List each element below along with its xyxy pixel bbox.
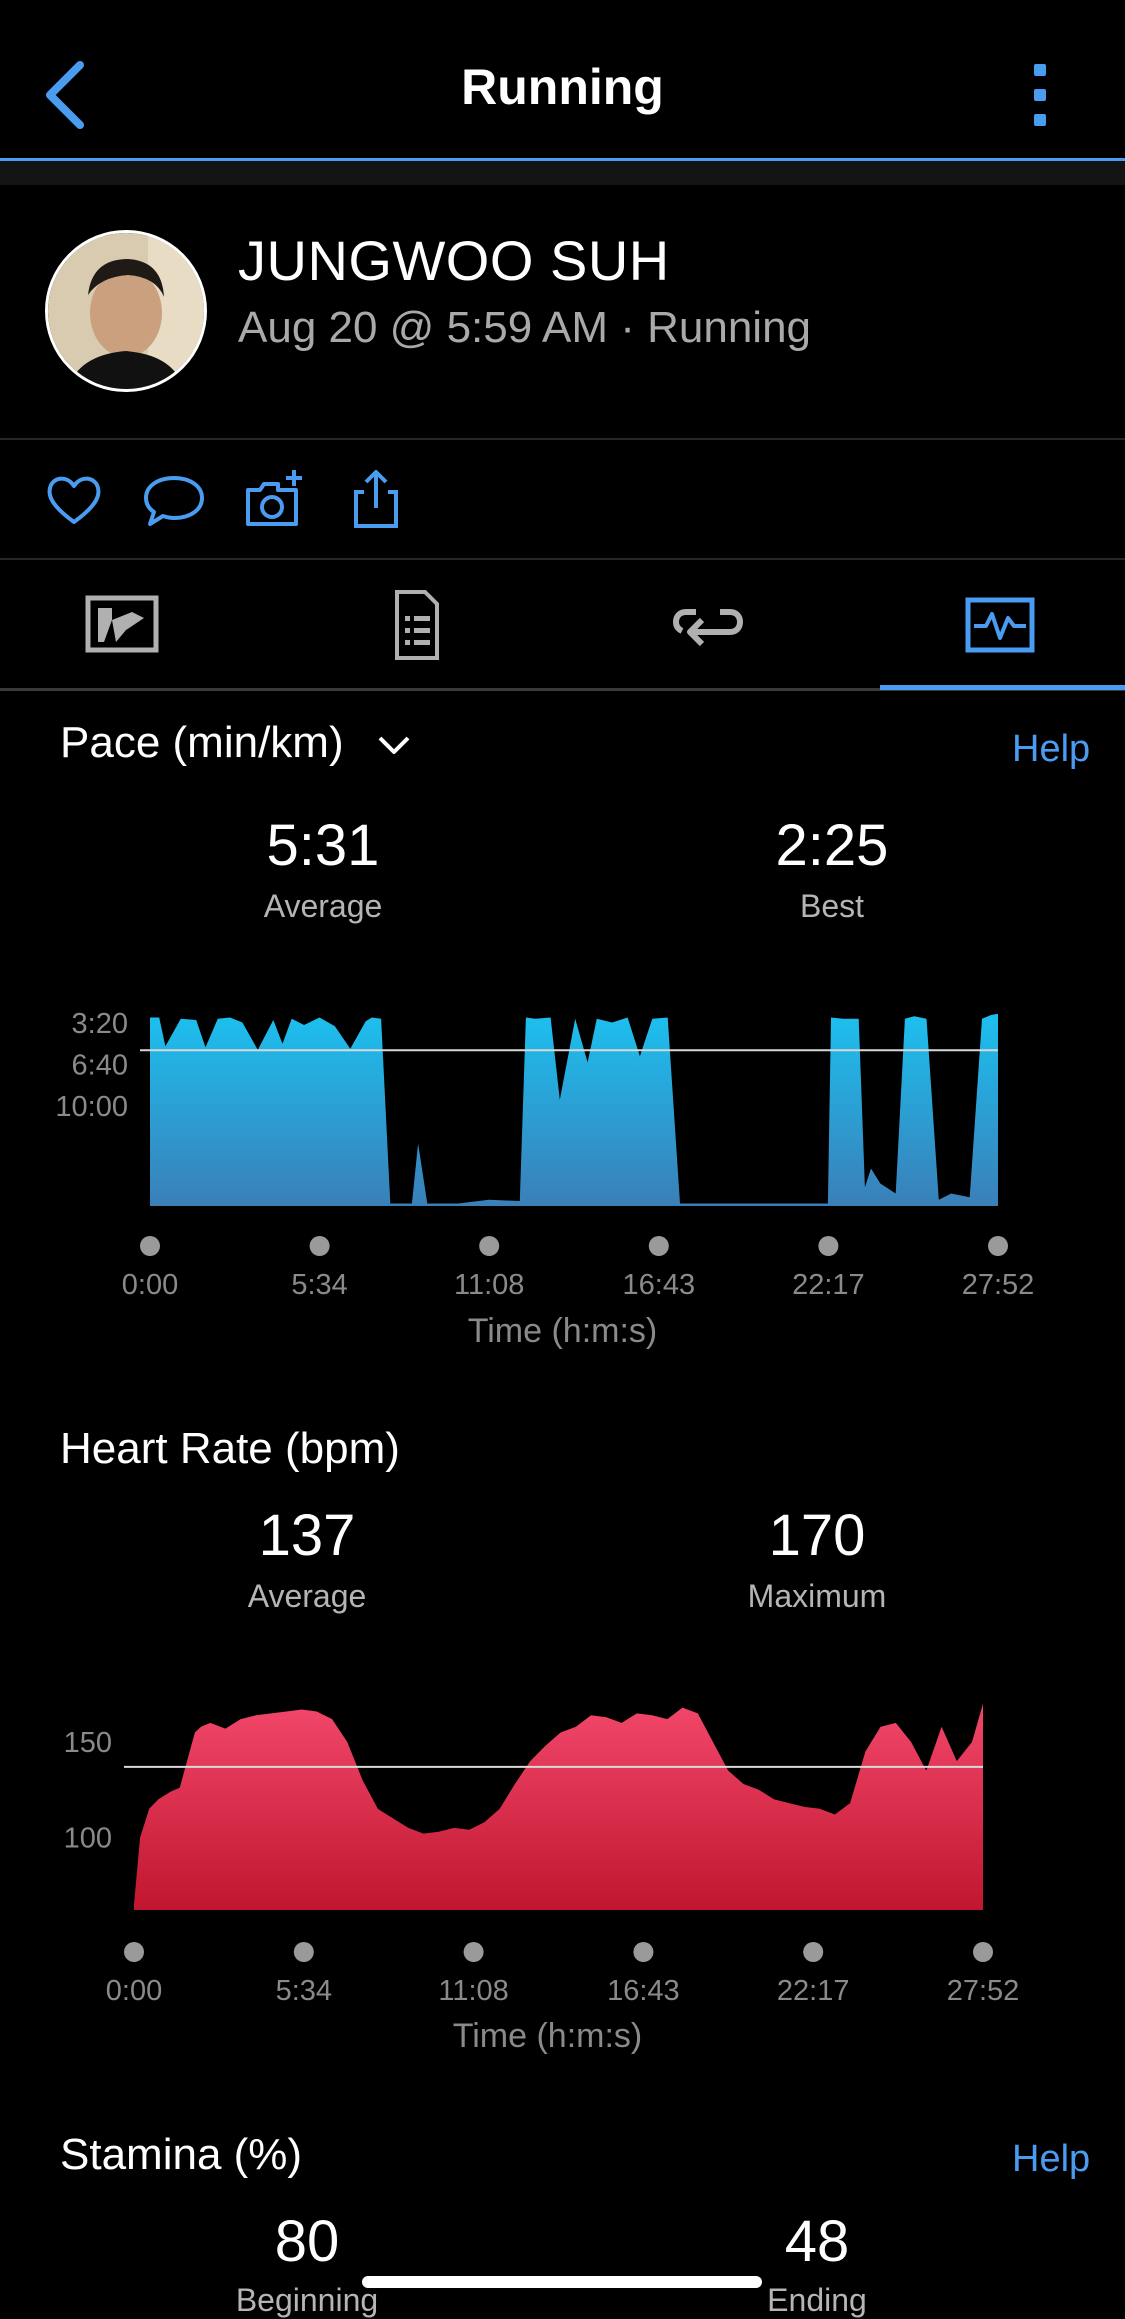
pace-y-tick-label: 6:40 — [72, 1050, 128, 1082]
heart-rate-x-tick-dot — [124, 1942, 144, 1962]
more-vertical-icon — [1034, 64, 1046, 126]
activity-meta: Aug 20 @ 5:59 AM · Running — [238, 303, 812, 352]
share-button[interactable] — [344, 468, 408, 532]
pace-help-link[interactable]: Help — [1012, 728, 1090, 771]
pace-x-tick-label: 22:17 — [792, 1269, 865, 1301]
pace-x-tick-label: 11:08 — [454, 1269, 524, 1301]
heart-average-value: 137 — [258, 1503, 356, 1568]
pace-chart[interactable]: 3:20 6:40 10:00 0:00 5:34 11:08 16:43 22:17 27:5… — [0, 980, 1125, 1360]
pace-y-tick-label: 10:00 — [55, 1091, 128, 1123]
pace-average-label: Average — [263, 888, 383, 924]
heart-rate-x-tick-label: 11:08 — [438, 1975, 508, 2007]
heart-rate-x-tick-dot — [633, 1942, 654, 1962]
heart-max-value: 170 — [768, 1503, 866, 1568]
heart-rate-x-tick-dot — [803, 1942, 824, 1962]
pace-best-label: Best — [799, 888, 865, 924]
like-button[interactable] — [42, 468, 106, 532]
heart-rate-title: Heart Rate (bpm) — [60, 1424, 400, 1473]
stamina-title: Stamina (%) — [60, 2130, 303, 2179]
map-icon — [85, 595, 159, 653]
details-icon — [395, 590, 439, 660]
more-options-button[interactable] — [1010, 60, 1070, 130]
pace-y-tick-label: 3:20 — [72, 1008, 128, 1040]
home-indicator[interactable] — [362, 2276, 762, 2288]
divider — [0, 558, 1125, 560]
heart-average-label: Average — [247, 1578, 367, 1614]
stamina-beginning-value: 80 — [274, 2209, 340, 2274]
pace-best-value: 2:25 — [775, 813, 889, 878]
pace-x-tick-label: 0:00 — [122, 1269, 178, 1301]
avatar[interactable] — [45, 230, 207, 392]
pace-average-value: 5:31 — [266, 813, 380, 878]
heart-rate-y-tick-label: 100 — [64, 1822, 112, 1854]
comment-button[interactable] — [142, 468, 206, 532]
pace-x-axis-title: Time (h:m:s) — [467, 1312, 658, 1350]
tab-charts[interactable] — [962, 590, 1042, 660]
tab-map[interactable] — [82, 590, 162, 660]
pace-x-tick-dot — [988, 1236, 1008, 1256]
comment-icon — [144, 476, 204, 526]
pace-title-label: Pace (min/km) — [60, 718, 344, 767]
heart-rate-area — [134, 1703, 983, 1910]
heart-rate-x-tick-label: 22:17 — [777, 1975, 850, 2007]
heart-rate-x-tick-label: 0:00 — [106, 1975, 162, 2007]
tab-laps[interactable] — [668, 590, 748, 660]
user-name[interactable]: JUNGWOO SUH — [238, 228, 670, 293]
active-tab-indicator — [880, 685, 1125, 690]
laps-icon — [672, 609, 744, 647]
charts-icon — [965, 597, 1035, 653]
heart-rate-chart[interactable]: 150 100 0:00 5:34 11:08 16:43 22:17 27:52 — [0, 1680, 1125, 2060]
heart-rate-x-tick-dot — [973, 1942, 993, 1962]
heart-rate-x-tick-label: 16:43 — [607, 1975, 680, 2007]
pace-x-tick-dot — [140, 1236, 160, 1256]
heart-rate-x-tick-dot — [293, 1942, 314, 1962]
tab-details[interactable] — [375, 590, 455, 660]
pace-x-tick-dot — [309, 1236, 330, 1256]
share-icon — [354, 470, 398, 528]
stamina-help-link[interactable]: Help — [1012, 2138, 1090, 2181]
heart-x-axis-title: Time (h:m:s) — [452, 2017, 643, 2055]
pace-x-tick-dot — [648, 1236, 669, 1256]
pace-x-tick-dot — [479, 1236, 500, 1256]
add-photo-button[interactable] — [242, 468, 306, 532]
app-header: Running — [0, 0, 1125, 161]
pace-x-tick-dot — [818, 1236, 839, 1256]
camera-add-icon — [246, 470, 302, 526]
avatar-image — [48, 233, 204, 389]
pace-x-tick-label: 27:52 — [962, 1269, 1035, 1301]
pace-chart-title[interactable]: Pace (min/km) — [60, 718, 414, 768]
pace-x-tick-label: 5:34 — [291, 1269, 347, 1301]
pace-x-tick-label: 16:43 — [623, 1269, 696, 1301]
stamina-ending-value: 48 — [784, 2209, 850, 2274]
header-shadow — [0, 161, 1125, 185]
heart-rate-x-tick-label: 5:34 — [276, 1975, 332, 2007]
heart-icon — [47, 476, 101, 524]
chevron-down-icon — [378, 736, 410, 755]
heart-max-label: Maximum — [747, 1578, 887, 1614]
heart-rate-y-tick-label: 150 — [64, 1727, 112, 1759]
heart-rate-x-tick-dot — [463, 1942, 484, 1962]
pace-area — [150, 1013, 998, 1206]
page-title: Running — [461, 59, 664, 115]
divider — [0, 438, 1125, 440]
heart-rate-x-tick-label: 27:52 — [947, 1975, 1020, 2007]
